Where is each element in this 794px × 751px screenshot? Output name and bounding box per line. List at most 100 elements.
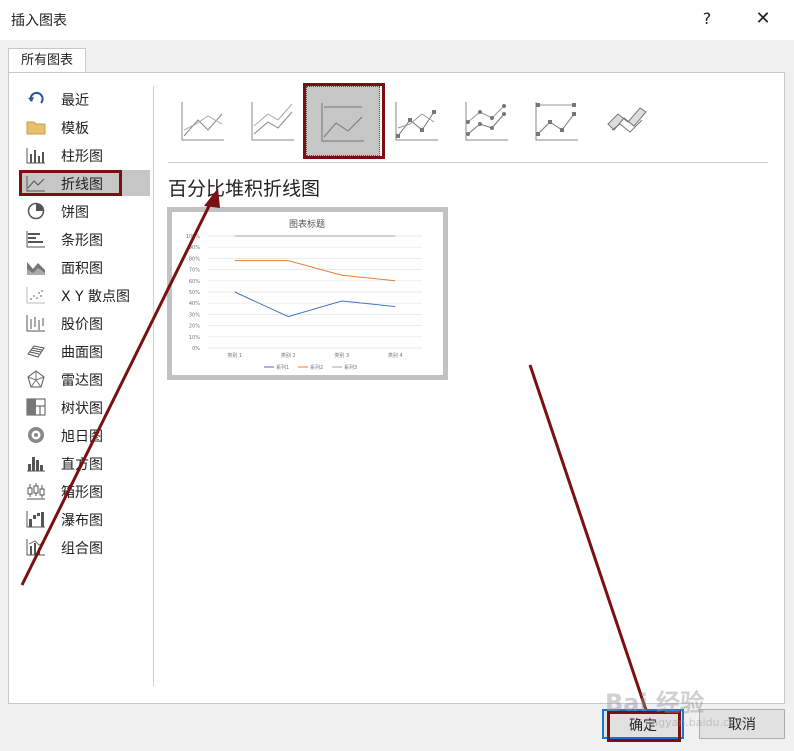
- chart-preview-canvas: 图表标题 100% 90% 80% 70% 60% 50% 40% 30% 20% 10% 0% 类别 …: [172, 212, 443, 375]
- line-chart-icon: [26, 174, 46, 192]
- preview-title: 图表标题: [289, 218, 325, 230]
- category-label: 曲面图: [61, 345, 103, 361]
- surface-chart-icon: [26, 342, 46, 360]
- category-item-area[interactable]: 面积图: [20, 254, 150, 280]
- category-item-waterfall[interactable]: 瀑布图: [20, 506, 150, 532]
- category-label: 折线图: [61, 177, 103, 193]
- y-tick-label: 30%: [189, 312, 200, 318]
- pie-chart-icon: [26, 202, 46, 220]
- subtype-separator: [168, 162, 768, 163]
- category-item-histogram[interactable]: 直方图: [20, 450, 150, 476]
- bar-chart-icon: [26, 230, 46, 248]
- tab-all-charts[interactable]: 所有图表: [8, 48, 86, 73]
- y-tick-label: 70%: [189, 268, 200, 274]
- series-line: [234, 291, 396, 318]
- subtype-line-markers[interactable]: [386, 90, 448, 152]
- watermark-url: jingyan.baidu.com: [645, 716, 747, 729]
- stacked-line-icon: [251, 102, 294, 141]
- line-markers-icon: [395, 102, 438, 141]
- close-button[interactable]: ✕: [748, 6, 778, 32]
- y-tick-label: 60%: [189, 279, 200, 285]
- line-icon: [181, 102, 224, 141]
- category-label: 瀑布图: [61, 513, 103, 529]
- category-item-sunburst[interactable]: 旭日图: [20, 422, 150, 448]
- area-chart-icon: [26, 258, 46, 276]
- x-tick-label: 类别 1: [227, 352, 242, 359]
- legend-label: 系列2: [310, 364, 323, 371]
- category-item-treemap[interactable]: 树状图: [20, 394, 150, 420]
- y-tick-label: 0%: [192, 346, 200, 352]
- histogram-chart-icon: [26, 454, 46, 472]
- category-label: 旭日图: [61, 429, 103, 445]
- category-label: 条形图: [61, 233, 103, 249]
- selected-subtype-name: 百分比堆积折线图: [168, 178, 321, 200]
- 3d-line-icon: [607, 107, 647, 133]
- category-divider: [153, 86, 154, 686]
- percent-stacked-line-icon: [321, 103, 364, 142]
- category-label: 柱形图: [61, 149, 103, 165]
- category-item-stock[interactable]: 股价图: [20, 310, 150, 336]
- category-item-scatter[interactable]: X Y 散点图: [20, 282, 150, 308]
- sunburst-chart-icon: [26, 426, 46, 444]
- category-label: 饼图: [61, 205, 89, 221]
- category-label: 组合图: [61, 541, 103, 557]
- chart-preview[interactable]: 图表标题 100% 90% 80% 70% 60% 50% 40% 30% 20% 10% 0% 类别 …: [167, 207, 448, 380]
- category-label: 最近: [61, 93, 89, 109]
- category-label: 树状图: [61, 401, 103, 417]
- watermark-logo: Bai 经验: [605, 689, 705, 717]
- category-item-recent[interactable]: 最近: [20, 86, 150, 112]
- y-tick-label: 40%: [189, 301, 200, 307]
- folder-icon: [26, 118, 46, 136]
- subtype-percent-stacked-line-markers[interactable]: [526, 90, 588, 152]
- category-label: 雷达图: [61, 373, 103, 389]
- y-tick-label: 10%: [189, 335, 200, 341]
- stock-chart-icon: [26, 314, 46, 332]
- help-button[interactable]: ?: [696, 6, 718, 32]
- category-item-column[interactable]: 柱形图: [20, 142, 150, 168]
- category-item-bar[interactable]: 条形图: [20, 226, 150, 252]
- subtype-percent-stacked-line[interactable]: [306, 86, 380, 156]
- category-item-pie[interactable]: 饼图: [20, 198, 150, 224]
- subtype-3d-line[interactable]: [596, 90, 658, 152]
- dialog-title: 插入图表: [11, 13, 67, 29]
- subtype-stacked-line[interactable]: [242, 90, 304, 152]
- waterfall-chart-icon: [26, 510, 46, 528]
- y-tick-label: 100%: [186, 234, 201, 240]
- category-label: 直方图: [61, 457, 103, 473]
- stacked-line-markers-icon: [465, 102, 508, 141]
- preview-chart: 图表标题 100% 90% 80% 70% 60% 50% 40% 30% 20% 10% 0% 类别 …: [186, 218, 422, 371]
- treemap-chart-icon: [26, 398, 46, 416]
- y-tick-label: 20%: [189, 324, 200, 330]
- category-label: 模板: [61, 121, 89, 137]
- x-tick-label: 类别 4: [388, 352, 403, 359]
- category-item-radar[interactable]: 雷达图: [20, 366, 150, 392]
- watermark: Bai 经验 jingyan.baidu.com: [605, 683, 747, 729]
- category-label: X Y 散点图: [61, 289, 131, 305]
- category-label: 箱形图: [61, 485, 103, 501]
- box-whisker-chart-icon: [26, 482, 46, 500]
- category-label: 股价图: [61, 317, 103, 333]
- radar-chart-icon: [26, 370, 46, 388]
- category-item-templates[interactable]: 模板: [20, 114, 150, 140]
- x-tick-label: 类别 2: [281, 352, 296, 359]
- scatter-chart-icon: [26, 286, 46, 304]
- legend-label: 系列3: [344, 364, 357, 371]
- y-tick-label: 50%: [189, 290, 200, 296]
- y-tick-label: 80%: [189, 256, 200, 262]
- series-line: [234, 260, 396, 282]
- title-bar: 插入图表 ? ✕: [0, 0, 794, 40]
- percent-stacked-line-markers-icon: [535, 102, 578, 141]
- combo-chart-icon: [26, 538, 46, 556]
- column-chart-icon: [26, 146, 46, 164]
- recent-icon: [26, 90, 46, 108]
- x-tick-label: 类别 3: [334, 352, 349, 359]
- category-label: 面积图: [61, 261, 103, 277]
- legend-label: 系列1: [276, 364, 289, 371]
- category-item-surface[interactable]: 曲面图: [20, 338, 150, 364]
- y-tick-label: 90%: [189, 245, 200, 251]
- category-item-combo[interactable]: 组合图: [20, 534, 150, 560]
- category-item-box-whisker[interactable]: 箱形图: [20, 478, 150, 504]
- subtype-stacked-line-markers[interactable]: [456, 90, 518, 152]
- subtype-line[interactable]: [172, 90, 234, 152]
- category-item-line[interactable]: 折线图: [20, 170, 150, 196]
